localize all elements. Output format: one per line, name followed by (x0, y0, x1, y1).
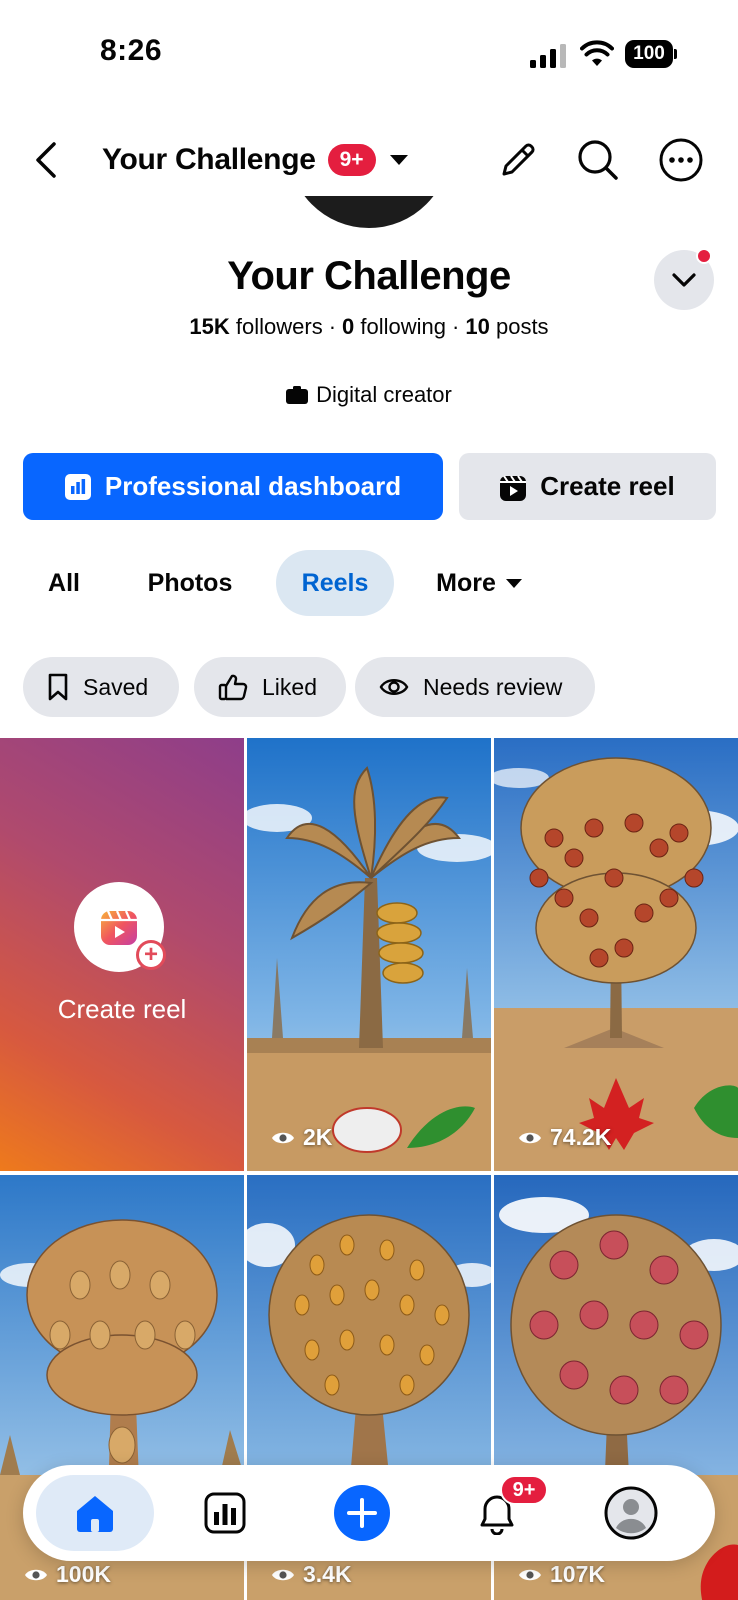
view-count: 74.2K (518, 1124, 611, 1151)
reel-thumbnail[interactable]: 74.2K (494, 738, 738, 1171)
reel-icon (101, 910, 137, 945)
create-reel-tile[interactable]: + Create reel (0, 738, 244, 1171)
plus-icon: + (136, 940, 166, 970)
more-options-button[interactable] (657, 136, 705, 184)
nav-create[interactable] (303, 1475, 421, 1551)
create-reel-label: Create reel (540, 471, 675, 501)
status-time: 8:26 (100, 34, 163, 67)
eye-icon (519, 1569, 541, 1580)
page-switcher[interactable]: Your Challenge 9+ (102, 138, 408, 182)
eye-icon (519, 1132, 541, 1143)
battery-level: 100 (625, 40, 673, 68)
view-count: 3.4K (271, 1561, 352, 1588)
eye-icon (25, 1569, 47, 1580)
back-button[interactable] (28, 136, 64, 184)
thumbs-up-icon (218, 674, 248, 701)
bottom-navigation: 9+ (23, 1465, 715, 1561)
create-reel-button[interactable]: Create reel (459, 453, 716, 520)
chevron-down-icon (672, 273, 696, 287)
briefcase-icon (286, 386, 309, 404)
eye-icon (272, 1132, 294, 1143)
profile-expand-button[interactable] (654, 248, 714, 310)
tab-photos[interactable]: Photos (124, 550, 256, 616)
page-header: Your Challenge 9+ (0, 120, 738, 200)
view-count: 2K (271, 1124, 332, 1151)
notification-dot (696, 248, 712, 264)
profile-avatar-icon (604, 1486, 658, 1540)
banana-tree-image (247, 738, 491, 1171)
nav-notifications[interactable]: 9+ (438, 1475, 556, 1551)
tab-reels[interactable]: Reels (276, 550, 394, 616)
plus-circle-icon (334, 1485, 390, 1541)
edit-button[interactable] (494, 136, 542, 184)
header-title: Your Challenge (102, 143, 316, 176)
profile-avatar[interactable] (288, 196, 450, 230)
create-reel-circle: + (74, 882, 166, 972)
dashboard-chart-icon (64, 473, 91, 500)
following-stat[interactable]: 0 following (342, 314, 446, 339)
caret-down-icon (389, 155, 408, 165)
cellular-signal-icon (530, 44, 566, 68)
insights-chart-icon (204, 1492, 246, 1534)
search-icon (578, 140, 618, 180)
nav-home[interactable] (36, 1475, 154, 1551)
search-button[interactable] (574, 136, 622, 184)
reel-thumbnail[interactable]: 2K (247, 738, 491, 1171)
professional-dashboard-button[interactable]: Professional dashboard (23, 453, 443, 520)
posts-stat[interactable]: 10 posts (465, 314, 548, 339)
reel-icon (500, 474, 527, 501)
nav-insights[interactable] (166, 1475, 284, 1551)
eye-icon (379, 679, 409, 695)
caret-down-icon (505, 578, 522, 588)
chevron-left-icon (36, 142, 56, 178)
category-label: Digital creator (316, 382, 452, 407)
header-notification-badge: 9+ (327, 144, 376, 176)
filter-needs-review[interactable]: Needs review (355, 657, 595, 717)
create-reel-tile-label: Create reel (57, 994, 187, 1024)
wifi-icon (580, 40, 614, 66)
tab-all[interactable]: All (24, 550, 104, 616)
status-bar: 8:26 100 (0, 0, 738, 100)
profile-stats: 15K followers · 0 following · 10 posts (189, 314, 549, 339)
content-tabs: All Photos Reels More (0, 550, 738, 618)
filter-liked[interactable]: Liked (194, 657, 346, 717)
tab-more[interactable]: More (414, 550, 544, 616)
pencil-icon (502, 143, 535, 176)
followers-stat[interactable]: 15K followers (189, 314, 322, 339)
home-icon (77, 1496, 113, 1532)
filter-saved[interactable]: Saved (23, 657, 179, 717)
battery-icon: 100 (625, 40, 677, 68)
notifications-badge: 9+ (500, 1475, 548, 1505)
professional-dashboard-label: Professional dashboard (104, 471, 402, 501)
tomato-plant-image (494, 738, 738, 1171)
profile-name: Your Challenge (227, 254, 511, 298)
view-count: 107K (518, 1561, 605, 1588)
nav-profile[interactable] (572, 1475, 690, 1551)
profile-category: Digital creator (0, 382, 738, 408)
bookmark-icon (48, 673, 68, 701)
view-count: 100K (24, 1561, 111, 1588)
more-horizontal-icon (659, 138, 703, 182)
eye-icon (272, 1569, 294, 1580)
